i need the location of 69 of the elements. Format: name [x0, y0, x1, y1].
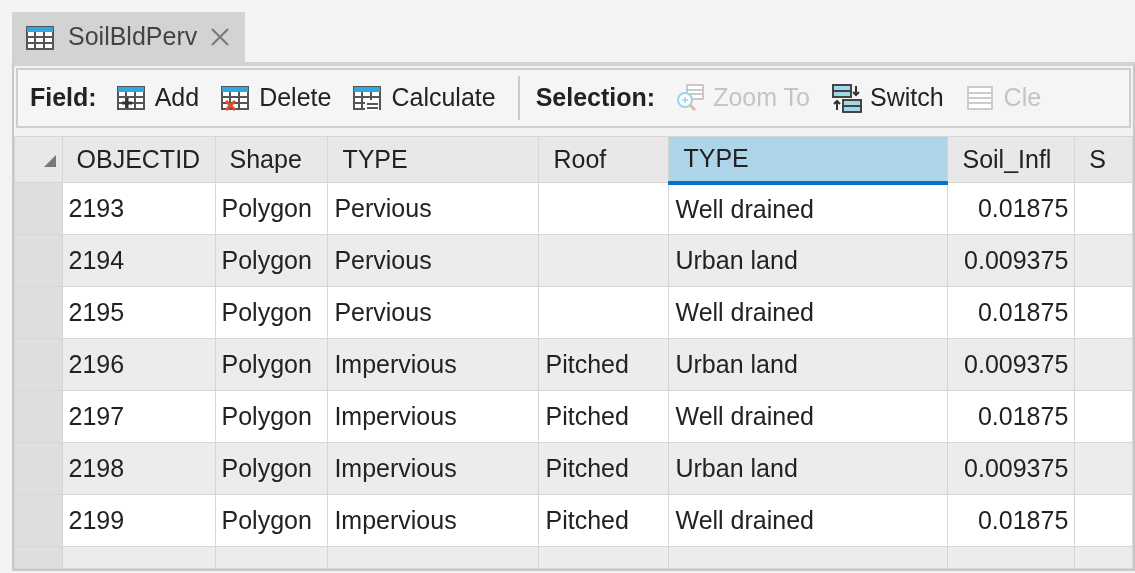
table-cell: 0.01875 — [947, 390, 1075, 443]
column-header[interactable]: Soil_Infl — [947, 136, 1075, 183]
close-button[interactable] — [209, 26, 232, 48]
table-cell: Polygon — [215, 286, 328, 339]
column-header[interactable]: Roof — [538, 136, 669, 183]
row-header[interactable] — [14, 286, 62, 339]
clear-icon — [965, 83, 996, 113]
table-cell: Pitched — [538, 390, 669, 443]
column-header[interactable]: TYPE — [327, 136, 539, 183]
toolbar-label: Selection: — [535, 82, 656, 114]
table-cell: Impervious — [327, 494, 539, 547]
close-icon — [209, 26, 232, 48]
table-cell: Polygon — [215, 234, 328, 287]
table-cell: Polygon — [215, 494, 328, 547]
toolbar-label: Field: — [30, 82, 97, 114]
table-cell: Impervious — [327, 338, 539, 391]
table-cell: Urban land — [669, 338, 948, 391]
table-delete-icon — [221, 83, 252, 113]
table-cell: Impervious — [327, 390, 539, 443]
table-cell: Pervious — [327, 286, 539, 339]
row-header[interactable] — [14, 182, 62, 235]
table-cell: 0.01875 — [947, 182, 1075, 235]
row-header[interactable] — [14, 442, 62, 495]
table-cell: Pitched — [538, 338, 669, 391]
table-calculate-icon — [353, 83, 384, 113]
table-cell: 0.009375 — [947, 338, 1075, 391]
table-add-icon — [116, 83, 147, 113]
table-cell: Pitched — [538, 442, 669, 495]
table-cell: Pitched — [538, 494, 669, 547]
column-header[interactable]: TYPE — [669, 136, 948, 183]
table-cell: 2196 — [62, 338, 215, 391]
table-cell: Well drained — [669, 286, 948, 339]
row-header[interactable] — [14, 494, 62, 547]
table-cell: Pervious — [327, 182, 539, 235]
table-icon — [26, 23, 56, 51]
table-cell: Well drained — [669, 390, 948, 443]
row-header[interactable] — [14, 338, 62, 391]
toolbar-button[interactable]: Calculate — [347, 79, 502, 117]
toolbar-button[interactable]: Add — [110, 79, 206, 117]
table-cell: Well drained — [669, 494, 948, 547]
switch-icon — [831, 83, 862, 113]
table-cell: 0.009375 — [947, 442, 1075, 495]
table-cell: 0.01875 — [947, 494, 1075, 547]
table-cell: 2195 — [62, 286, 215, 339]
table-cell: 0.01875 — [947, 286, 1075, 339]
table-cell: 2197 — [62, 390, 215, 443]
table-cell: Urban land — [669, 234, 948, 287]
table-cell: Polygon — [215, 390, 328, 443]
row-header[interactable] — [14, 390, 62, 443]
row-header[interactable] — [14, 234, 62, 287]
table-cell: 0.009375 — [947, 234, 1075, 287]
table-cell: 2199 — [62, 494, 215, 547]
toolbar-button[interactable]: Delete — [215, 79, 338, 117]
toolbar-button[interactable]: Switch — [825, 79, 950, 117]
table-cell: Impervious — [327, 442, 539, 495]
table-cell: 2193 — [62, 182, 215, 235]
document-tab[interactable]: SoilBldPerv — [12, 12, 246, 62]
table-cell: Polygon — [215, 442, 328, 495]
table-cell: Polygon — [215, 182, 328, 235]
column-header[interactable]: OBJECTID — [62, 136, 215, 183]
column-header[interactable]: S — [1074, 136, 1133, 183]
zoom-to-icon — [675, 83, 706, 113]
table-cell: 2198 — [62, 442, 215, 495]
table-cell: Polygon — [215, 338, 328, 391]
table-cell: Well drained — [669, 182, 948, 235]
table-cell: Urban land — [669, 442, 948, 495]
table-cell: Pervious — [327, 234, 539, 287]
table-cell: 2194 — [62, 234, 215, 287]
column-header[interactable]: Shape — [215, 136, 328, 183]
